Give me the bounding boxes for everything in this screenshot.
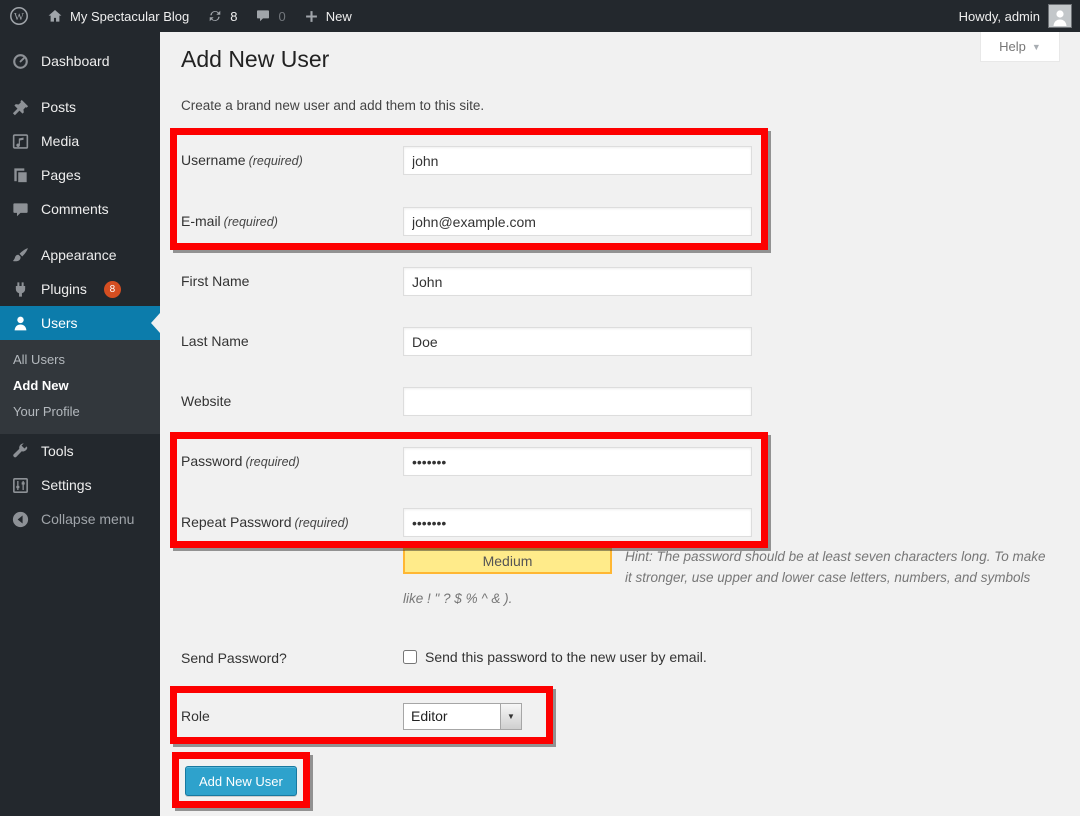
sidebar-item-label: Settings <box>41 477 92 493</box>
dashboard-icon <box>10 52 30 71</box>
howdy-text[interactable]: Howdy, admin <box>959 9 1040 24</box>
sidebar-item-label: Appearance <box>41 247 117 263</box>
site-name-label: My Spectacular Blog <box>70 9 189 24</box>
username-input[interactable] <box>403 146 752 175</box>
role-select-value: Editor <box>404 704 500 729</box>
sidebar-item-media[interactable]: Media <box>0 124 160 158</box>
wordpress-logo-menu[interactable]: W <box>0 0 38 32</box>
send-password-row: Send this password to the new user by em… <box>403 649 707 665</box>
sidebar-item-settings[interactable]: Settings <box>0 468 160 502</box>
sidebar-item-label: Collapse menu <box>41 511 134 527</box>
avatar[interactable] <box>1048 4 1072 28</box>
required-note: (required) <box>295 516 349 530</box>
send-password-checkbox-label: Send this password to the new user by em… <box>425 649 707 665</box>
send-password-label: Send Password? <box>181 649 399 667</box>
media-icon <box>10 132 30 151</box>
sidebar-item-label: Pages <box>41 167 81 183</box>
role-select[interactable]: Editor ▼ <box>403 703 522 730</box>
required-note: (required) <box>245 455 299 469</box>
sidebar-item-users[interactable]: Users <box>0 306 160 340</box>
admin-bar: W My Spectacular Blog 8 0 New Howdy, adm… <box>0 0 1080 32</box>
first-name-label: First Name <box>181 267 399 296</box>
updates-icon <box>207 8 223 24</box>
email-input[interactable] <box>403 207 752 236</box>
repeat-password-input[interactable] <box>403 508 752 537</box>
sidebar-item-appearance[interactable]: Appearance <box>0 238 160 272</box>
sidebar-item-label: Dashboard <box>41 53 110 69</box>
password-strength-indicator: Medium <box>403 548 612 574</box>
sidebar-item-label: Posts <box>41 99 76 115</box>
first-name-input[interactable] <box>403 267 752 296</box>
wrench-icon <box>10 442 30 461</box>
submenu-item-all-users[interactable]: All Users <box>0 347 160 373</box>
sidebar-item-posts[interactable]: Posts <box>0 90 160 124</box>
help-button[interactable]: Help ▼ <box>980 32 1060 62</box>
sidebar-item-comments[interactable]: Comments <box>0 192 160 226</box>
sidebar-item-tools[interactable]: Tools <box>0 434 160 468</box>
comments-count: 0 <box>278 9 285 24</box>
main-content: Help ▼ Add New User Create a brand new u… <box>160 32 1080 816</box>
email-label: E-mail(required) <box>181 207 399 237</box>
page-subtitle: Create a brand new user and add them to … <box>181 98 484 113</box>
chevron-down-icon: ▼ <box>1032 42 1041 52</box>
site-name-menu[interactable]: My Spectacular Blog <box>38 0 198 32</box>
page-title: Add New User <box>181 46 329 73</box>
pages-icon <box>10 166 30 185</box>
plus-icon <box>304 9 319 24</box>
pushpin-icon <box>10 98 30 117</box>
required-note: (required) <box>249 154 303 168</box>
home-icon <box>47 8 63 24</box>
password-input[interactable] <box>403 447 752 476</box>
updates-menu[interactable]: 8 <box>198 0 246 32</box>
new-content-menu[interactable]: New <box>295 0 361 32</box>
website-label: Website <box>181 387 399 416</box>
menu-separator <box>0 226 160 238</box>
password-label: Password(required) <box>181 447 399 477</box>
sidebar-item-label: Plugins <box>41 281 87 297</box>
sidebar-item-label: Comments <box>41 201 109 217</box>
comment-bubble-icon <box>10 200 30 219</box>
repeat-password-label: Repeat Password(required) <box>181 508 399 538</box>
dropdown-arrow-icon: ▼ <box>500 704 521 729</box>
menu-separator <box>0 78 160 90</box>
required-note: (required) <box>224 215 278 229</box>
new-label: New <box>326 9 352 24</box>
add-new-user-button[interactable]: Add New User <box>185 766 297 796</box>
send-password-checkbox[interactable] <box>403 650 417 664</box>
submenu-item-your-profile[interactable]: Your Profile <box>0 399 160 425</box>
role-label: Role <box>181 703 399 730</box>
last-name-input[interactable] <box>403 327 752 356</box>
users-submenu: All Users Add New Your Profile <box>0 340 160 434</box>
updates-count: 8 <box>230 9 237 24</box>
wordpress-logo-icon: W <box>9 6 29 26</box>
plug-icon <box>10 280 30 299</box>
settings-sliders-icon <box>10 476 30 495</box>
sidebar-item-label: Media <box>41 133 79 149</box>
sidebar-item-pages[interactable]: Pages <box>0 158 160 192</box>
collapse-arrow-icon <box>10 510 30 529</box>
website-input[interactable] <box>403 387 752 416</box>
comment-bubble-icon <box>255 8 271 24</box>
svg-text:W: W <box>14 12 24 23</box>
sidebar-item-collapse-menu[interactable]: Collapse menu <box>0 502 160 536</box>
strength-float: Medium <box>403 546 615 586</box>
sidebar-item-dashboard[interactable]: Dashboard <box>0 44 160 78</box>
password-strength-block: Medium Hint: The password should be at l… <box>403 546 1051 609</box>
plugins-update-badge: 8 <box>104 281 121 298</box>
sidebar-item-label: Users <box>41 315 78 331</box>
paintbrush-icon <box>10 246 30 265</box>
sidebar-item-plugins[interactable]: Plugins 8 <box>0 272 160 306</box>
last-name-label: Last Name <box>181 327 399 356</box>
admin-sidebar: Dashboard Posts Media Pages Comments App… <box>0 32 160 816</box>
username-label: Username(required) <box>181 146 399 176</box>
help-label: Help <box>999 39 1026 54</box>
sidebar-item-label: Tools <box>41 443 74 459</box>
user-icon <box>10 314 30 333</box>
comments-menu[interactable]: 0 <box>246 0 294 32</box>
submenu-item-add-new[interactable]: Add New <box>0 373 160 399</box>
